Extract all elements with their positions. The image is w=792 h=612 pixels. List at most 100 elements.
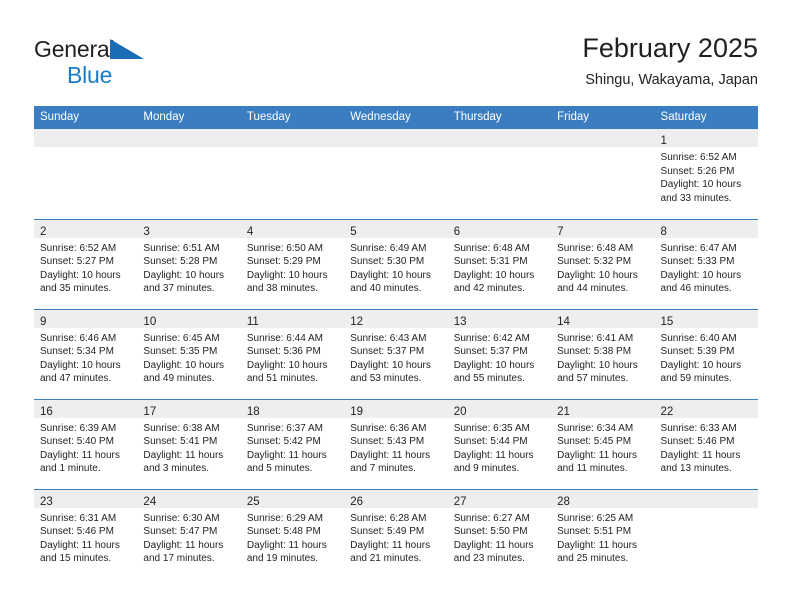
daylight-text-line2: and 11 minutes. <box>557 463 628 475</box>
daylight-text-line2: and 59 minutes. <box>660 373 732 385</box>
sunset-text: Sunset: 5:41 PM <box>143 436 218 448</box>
sunrise-text: Sunrise: 6:50 AM <box>246 242 323 254</box>
day-cell <box>654 488 758 579</box>
daylight-text-line2: and 42 minutes. <box>453 283 525 295</box>
sunrise-text: Sunrise: 6:44 AM <box>246 332 323 344</box>
day-cell: 17 Sunrise: 6:38 AM Sunset: 5:41 PM Dayligh… <box>137 398 241 489</box>
day-cell: 25 Sunrise: 6:29 AM Sunset: 5:48 PM Dayligh… <box>240 488 345 579</box>
day-number: 15 <box>660 315 674 328</box>
daylight-text-line2: and 55 minutes. <box>453 373 525 385</box>
logo-text-general: General <box>34 36 115 62</box>
sunrise-text: Sunrise: 6:36 AM <box>350 422 427 434</box>
logo-text-blue: Blue <box>67 62 113 88</box>
daylight-text-line1: Daylight: 10 hours <box>350 359 431 371</box>
day-cell: 23 Sunrise: 6:31 AM Sunset: 5:46 PM Dayligh… <box>34 488 138 579</box>
daylight-text-line2: and 49 minutes. <box>143 373 215 385</box>
sunset-text: Sunset: 5:37 PM <box>453 346 528 358</box>
sunset-text: Sunset: 5:33 PM <box>660 256 735 268</box>
day-number: 2 <box>40 225 47 238</box>
weekday-header-sunday: Sunday <box>34 106 138 129</box>
sunset-text: Sunset: 5:48 PM <box>246 526 321 538</box>
sunrise-text: Sunrise: 6:49 AM <box>350 242 427 254</box>
sunset-text: Sunset: 5:28 PM <box>143 256 218 268</box>
sunset-text: Sunset: 5:39 PM <box>660 346 735 358</box>
day-number: 17 <box>143 405 157 418</box>
day-number: 27 <box>453 495 467 508</box>
daylight-text-line1: Daylight: 10 hours <box>557 359 638 371</box>
day-number: 22 <box>660 405 674 418</box>
day-number: 26 <box>350 495 364 508</box>
calendar-page: General Blue February 2025 Shingu, Wakay… <box>0 0 792 612</box>
title-block: February 2025 Shingu, Wakayama, Japan <box>582 30 758 90</box>
sunset-text: Sunset: 5:37 PM <box>350 346 425 358</box>
day-cell: 20 Sunrise: 6:35 AM Sunset: 5:44 PM Dayligh… <box>447 398 552 489</box>
day-cell: 9 Sunrise: 6:46 AM Sunset: 5:34 PM Daylight… <box>34 308 138 399</box>
sunset-text: Sunset: 5:27 PM <box>40 256 114 268</box>
day-number: 16 <box>40 405 53 418</box>
sunrise-text: Sunrise: 6:48 AM <box>557 242 634 254</box>
daylight-text-line1: Daylight: 10 hours <box>557 269 638 281</box>
day-cell: 5 Sunrise: 6:49 AM Sunset: 5:30 PM Daylight… <box>344 218 448 309</box>
daylight-text-line1: Daylight: 10 hours <box>350 269 431 281</box>
daylight-text-line2: and 47 minutes. <box>40 373 112 385</box>
sunset-text: Sunset: 5:34 PM <box>40 346 114 358</box>
sunset-text: Sunset: 5:51 PM <box>557 526 632 538</box>
day-number: 9 <box>40 315 47 328</box>
weekday-header-wednesday: Wednesday <box>344 106 448 129</box>
calendar-week-row: 9 Sunrise: 6:46 AM Sunset: 5:34 PM Daylight… <box>34 308 758 399</box>
sunrise-text: Sunrise: 6:30 AM <box>143 512 220 524</box>
day-number: 8 <box>660 225 667 238</box>
daylight-text-line1: Daylight: 11 hours <box>453 449 534 461</box>
day-number: 5 <box>350 225 357 238</box>
daylight-text-line2: and 37 minutes. <box>143 283 215 295</box>
day-cell <box>240 129 345 219</box>
daylight-text-line1: Daylight: 10 hours <box>660 359 742 371</box>
day-cell: 7 Sunrise: 6:48 AM Sunset: 5:32 PM Daylight… <box>551 218 655 309</box>
sunset-text: Sunset: 5:47 PM <box>143 526 218 538</box>
day-number: 18 <box>246 405 260 418</box>
day-cell <box>137 129 241 219</box>
weekday-header-monday: Monday <box>137 106 241 129</box>
sunset-text: Sunset: 5:32 PM <box>557 256 632 268</box>
day-cell: 4 Sunrise: 6:50 AM Sunset: 5:29 PM Daylight… <box>240 218 345 309</box>
sunrise-text: Sunrise: 6:39 AM <box>40 422 117 434</box>
daylight-text-line1: Daylight: 11 hours <box>557 539 637 551</box>
calendar-week-row: 1 Sunrise: 6:52 AM Sunset: 5:26 PM Daylight… <box>34 129 758 219</box>
daylight-text-line2: and 13 minutes. <box>660 463 732 475</box>
daylight-text-line1: Daylight: 10 hours <box>40 269 121 281</box>
daylight-text-line2: and 3 minutes. <box>143 463 210 475</box>
page-title: February 2025 <box>582 33 758 63</box>
sunset-text: Sunset: 5:40 PM <box>40 436 114 448</box>
day-number: 6 <box>453 225 461 238</box>
day-number: 4 <box>246 225 254 238</box>
daylight-text-line2: and 9 minutes. <box>453 463 520 475</box>
sunrise-text: Sunrise: 6:51 AM <box>143 242 220 254</box>
sunrise-text: Sunrise: 6:52 AM <box>660 152 737 163</box>
day-number: 12 <box>350 315 364 328</box>
calendar-week-row: 23 Sunrise: 6:31 AM Sunset: 5:46 PM Dayligh… <box>34 488 758 579</box>
day-cell: 12 Sunrise: 6:43 AM Sunset: 5:37 PM Dayligh… <box>344 308 448 399</box>
sunrise-text: Sunrise: 6:37 AM <box>246 422 323 434</box>
calendar-body: 1 Sunrise: 6:52 AM Sunset: 5:26 PM Daylight… <box>34 129 758 579</box>
logo-triangle-icon <box>110 39 144 59</box>
daylight-text-line2: and 23 minutes. <box>453 553 525 565</box>
day-cell: 19 Sunrise: 6:36 AM Sunset: 5:43 PM Dayligh… <box>344 398 448 489</box>
day-cell: 3 Sunrise: 6:51 AM Sunset: 5:28 PM Daylight… <box>137 218 241 309</box>
sunrise-text: Sunrise: 6:42 AM <box>453 332 530 344</box>
weekday-header-tuesday: Tuesday <box>240 106 345 129</box>
sunrise-text: Sunrise: 6:41 AM <box>557 332 634 344</box>
sunset-text: Sunset: 5:31 PM <box>453 256 528 268</box>
day-cell: 15 Sunrise: 6:40 AM Sunset: 5:39 PM Dayligh… <box>654 308 758 399</box>
sunrise-text: Sunrise: 6:38 AM <box>143 422 220 434</box>
day-cell: 18 Sunrise: 6:37 AM Sunset: 5:42 PM Dayligh… <box>240 398 345 489</box>
day-cell: 24 Sunrise: 6:30 AM Sunset: 5:47 PM Dayligh… <box>137 488 241 579</box>
daylight-text-line1: Daylight: 10 hours <box>246 359 328 371</box>
daylight-text-line1: Daylight: 11 hours <box>246 539 327 551</box>
day-cell: 27 Sunrise: 6:27 AM Sunset: 5:50 PM Dayligh… <box>447 488 552 579</box>
daylight-text-line1: Daylight: 11 hours <box>350 539 431 551</box>
daylight-text-line1: Daylight: 11 hours <box>453 539 534 551</box>
daylight-text-line1: Daylight: 11 hours <box>557 449 637 461</box>
sunrise-text: Sunrise: 6:46 AM <box>40 332 117 344</box>
sunset-text: Sunset: 5:46 PM <box>40 526 114 538</box>
weekday-header-thursday: Thursday <box>447 106 552 129</box>
